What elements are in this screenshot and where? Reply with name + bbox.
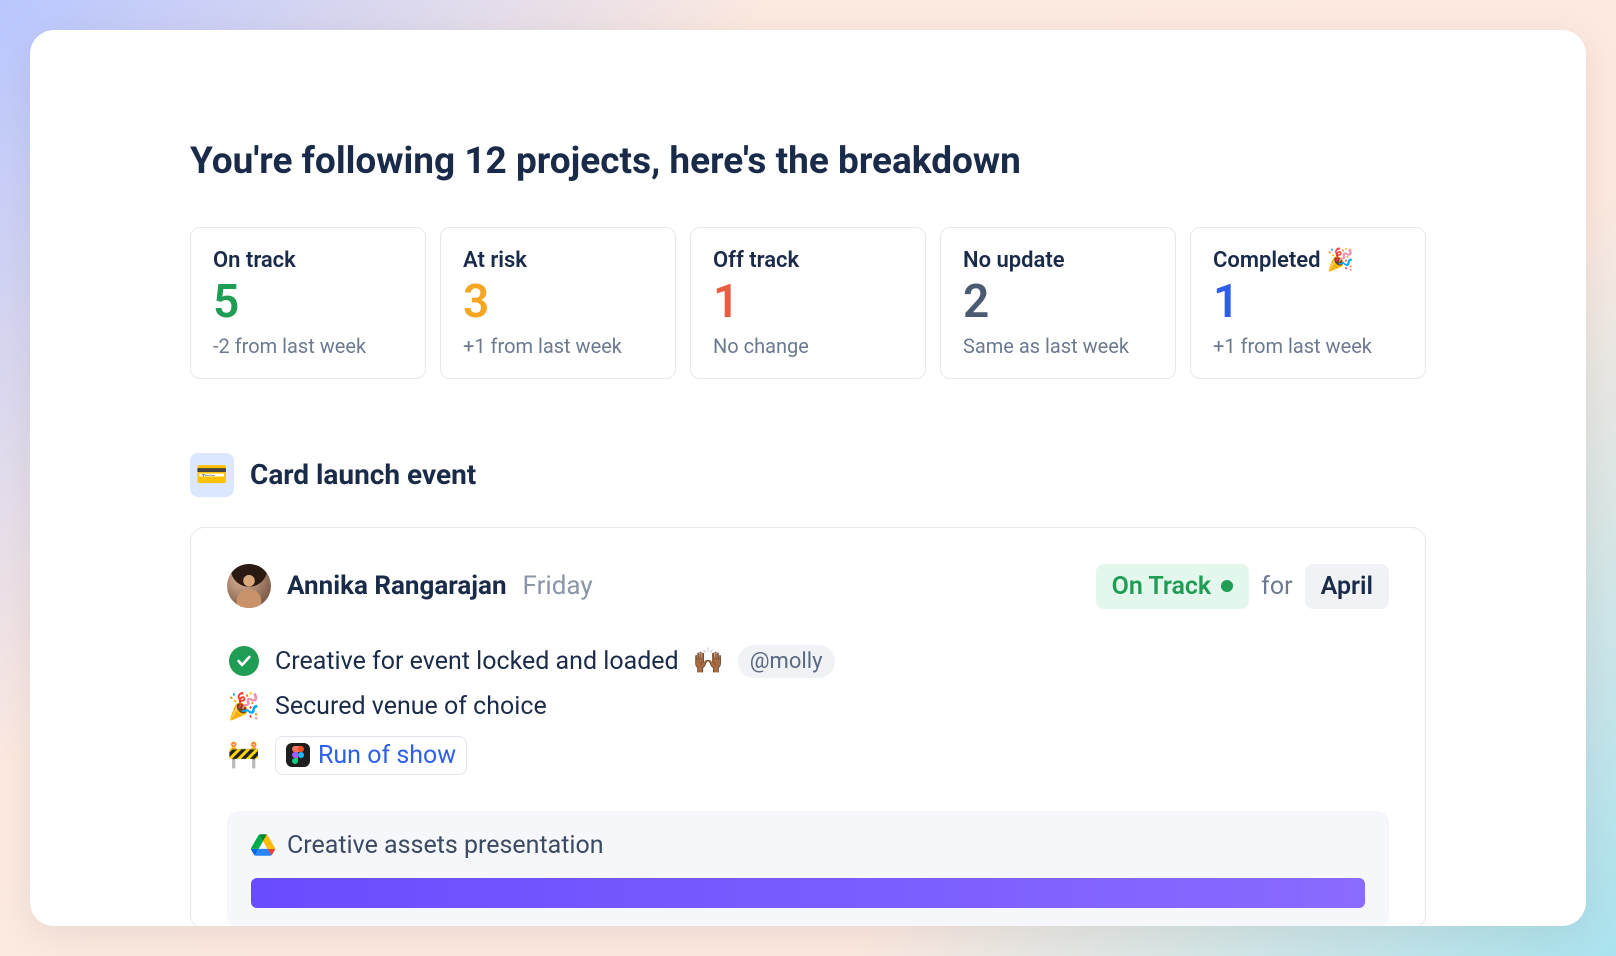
bullet-item: Creative for event locked and loaded 🙌🏾 … bbox=[227, 645, 1389, 678]
stat-value: 5 bbox=[213, 277, 403, 328]
stat-label-text: Completed bbox=[1213, 248, 1321, 273]
stat-delta: +1 from last week bbox=[1213, 334, 1403, 358]
mention-pill[interactable]: @molly bbox=[738, 645, 835, 678]
credit-card-icon: 💳 bbox=[190, 453, 234, 497]
figma-link-text: Run of show bbox=[318, 741, 456, 770]
project-title: Card launch event bbox=[250, 458, 476, 491]
check-circle-icon bbox=[227, 646, 261, 676]
party-popper-icon: 🎉 bbox=[227, 692, 261, 722]
avatar bbox=[227, 564, 271, 608]
stat-card-at-risk[interactable]: At risk 3 +1 from last week bbox=[440, 227, 676, 379]
stat-card-off-track[interactable]: Off track 1 No change bbox=[690, 227, 926, 379]
bullet-item: 🚧 Run of show bbox=[227, 736, 1389, 775]
stat-value: 3 bbox=[463, 277, 653, 328]
stats-row: On track 5 -2 from last week At risk 3 +… bbox=[190, 227, 1426, 379]
bullet-text: Creative for event locked and loaded bbox=[275, 647, 679, 676]
stat-value: 2 bbox=[963, 277, 1153, 328]
stat-value: 1 bbox=[1213, 277, 1403, 328]
hands-up-icon: 🙌🏾 bbox=[693, 647, 724, 676]
status-pill[interactable]: On Track bbox=[1096, 564, 1250, 609]
bullet-item: 🎉 Secured venue of choice bbox=[227, 692, 1389, 722]
attachment-card[interactable]: Creative assets presentation bbox=[227, 811, 1389, 926]
author-name: Annika Rangarajan bbox=[287, 571, 507, 601]
stat-label: Completed 🎉 bbox=[1213, 248, 1403, 273]
stat-delta: Same as last week bbox=[963, 334, 1153, 358]
page-title: You're following 12 projects, here's the… bbox=[190, 140, 1426, 183]
stat-card-completed[interactable]: Completed 🎉 1 +1 from last week bbox=[1190, 227, 1426, 379]
update-header: Annika Rangarajan Friday On Track for Ap… bbox=[227, 564, 1389, 609]
status-side: On Track for April bbox=[1096, 564, 1389, 609]
stat-delta: -2 from last week bbox=[213, 334, 403, 358]
status-dot-icon bbox=[1221, 580, 1233, 592]
app-window: You're following 12 projects, here's the… bbox=[30, 30, 1586, 926]
figma-link-chip[interactable]: Run of show bbox=[275, 736, 467, 775]
stat-card-no-update[interactable]: No update 2 Same as last week bbox=[940, 227, 1176, 379]
attachment-preview-bar bbox=[251, 878, 1365, 908]
stat-value: 1 bbox=[713, 277, 903, 328]
figma-icon bbox=[286, 743, 310, 767]
project-header[interactable]: 💳 Card launch event bbox=[190, 453, 1426, 497]
status-for: for bbox=[1261, 572, 1292, 601]
stat-card-on-track[interactable]: On track 5 -2 from last week bbox=[190, 227, 426, 379]
party-popper-icon: 🎉 bbox=[1327, 248, 1354, 273]
status-month[interactable]: April bbox=[1305, 564, 1389, 609]
update-card: Annika Rangarajan Friday On Track for Ap… bbox=[190, 527, 1426, 926]
status-label: On Track bbox=[1112, 572, 1212, 601]
stat-label: Off track bbox=[713, 248, 903, 273]
stat-delta: +1 from last week bbox=[463, 334, 653, 358]
bullet-text: Secured venue of choice bbox=[275, 692, 547, 721]
attachment-title: Creative assets presentation bbox=[287, 831, 604, 860]
post-date: Friday bbox=[523, 571, 593, 601]
stat-label: On track bbox=[213, 248, 403, 273]
update-author[interactable]: Annika Rangarajan Friday bbox=[227, 564, 593, 608]
stat-label: At risk bbox=[463, 248, 653, 273]
stat-delta: No change bbox=[713, 334, 903, 358]
attachment-header: Creative assets presentation bbox=[251, 831, 1365, 860]
stat-label: No update bbox=[963, 248, 1153, 273]
update-bullets: Creative for event locked and loaded 🙌🏾 … bbox=[227, 645, 1389, 775]
construction-icon: 🚧 bbox=[227, 740, 261, 770]
google-drive-icon bbox=[251, 834, 275, 856]
